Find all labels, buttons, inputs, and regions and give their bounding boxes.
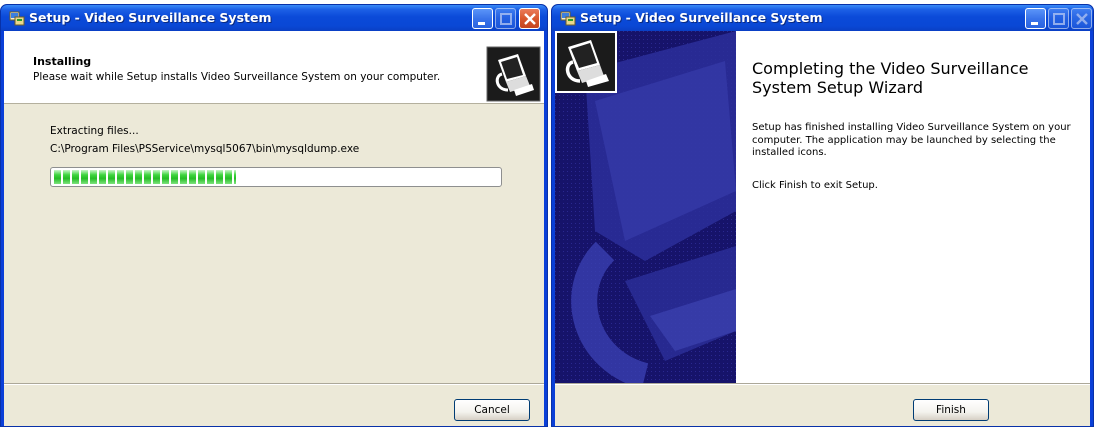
window-title: Setup - Video Surveillance System [580,10,823,25]
installing-window: Setup - Video Surveillance System Instal… [0,4,548,427]
finish-button[interactable]: Finish [913,399,989,421]
footer-divider [555,383,1090,385]
close-button[interactable] [519,8,540,29]
setup-app-icon [9,11,25,26]
minimize-button[interactable] [472,8,493,29]
completion-message: Setup has finished installing Video Surv… [752,122,1071,158]
minimize-button[interactable] [1025,8,1046,29]
header-band: Installing Please wait while Setup insta… [4,31,544,104]
installer-computer-icon [486,46,541,102]
completion-window: Setup - Video Surveillance System Comple… [551,4,1094,427]
close-button[interactable] [1071,8,1092,29]
completion-heading: Completing the Video Surveillance System… [752,59,1029,97]
cancel-button[interactable]: Cancel [454,399,530,421]
maximize-icon [1053,13,1065,25]
minimize-icon [1031,22,1038,25]
title-bar[interactable]: Setup - Video Surveillance System [1,5,547,31]
setup-app-icon [560,11,576,26]
install-progress-bar [50,167,502,187]
status-file-path: C:\Program Files\PSService\mysql5067\bin… [50,143,360,155]
page-title: Installing [33,55,92,68]
page-subtitle: Please wait while Setup installs Video S… [33,71,441,83]
close-icon [524,13,536,25]
title-bar[interactable]: Setup - Video Surveillance System [552,5,1093,31]
footer-divider [4,383,544,385]
installing-client-area: Installing Please wait while Setup insta… [4,31,544,426]
close-icon [1076,13,1088,25]
window-title: Setup - Video Surveillance System [29,10,272,25]
completion-content: Completing the Video Surveillance System… [736,31,1090,383]
installer-computer-icon [555,31,617,93]
progress-fill [54,170,237,184]
maximize-button[interactable] [1048,8,1069,29]
minimize-icon [478,22,485,25]
status-label: Extracting files... [50,125,139,137]
wizard-side-banner [555,31,736,383]
maximize-icon [500,13,512,25]
maximize-button[interactable] [495,8,516,29]
exit-instruction: Click Finish to exit Setup. [752,180,878,191]
completion-client-area: Completing the Video Surveillance System… [555,31,1090,426]
